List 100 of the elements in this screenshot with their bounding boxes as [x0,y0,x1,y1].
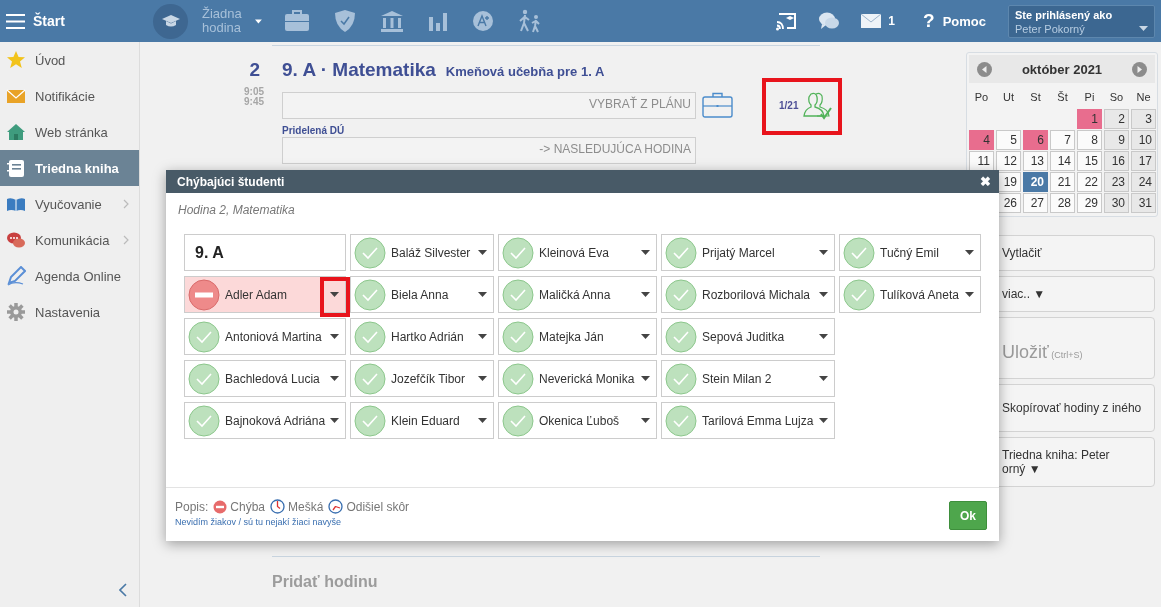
lesson-title: 9. A · Matematika [282,59,436,81]
weekday-label: St [1029,90,1042,105]
weekday-label: Št [1056,90,1069,105]
student-name: Bajnoková Adriána [225,413,327,428]
calendar-day[interactable]: 13 [1023,151,1048,171]
calendar-day[interactable]: 12 [996,151,1021,171]
present-check-icon[interactable] [354,404,386,437]
calendar-day[interactable]: 22 [1077,172,1102,192]
calendar-day[interactable]: 5 [996,130,1021,150]
students-check-icon[interactable] [802,90,833,120]
calendar-day[interactable]: 11 [969,151,994,171]
sidebar-item[interactable]: Notifikácie [0,78,139,114]
user-menu[interactable]: Ste prihlásený ako Peter Pokorný [1008,4,1155,38]
sidebar-item[interactable]: Úvod [0,42,139,78]
calendar-day[interactable]: 4 [969,130,994,150]
calendar-day[interactable]: 30 [1104,193,1129,213]
briefcase-icon[interactable] [702,91,733,119]
calendar-day[interactable]: 3 [1131,109,1156,129]
caret-icon [819,334,828,339]
message-count: 1 [888,14,896,28]
caret-icon [819,418,828,423]
student-name: Klein Eduard [391,413,461,428]
present-check-icon[interactable] [665,278,697,311]
calendar-day[interactable]: 29 [1077,193,1102,213]
present-check-icon[interactable] [188,320,220,353]
present-check-icon[interactable] [502,362,534,395]
lesson-number: 2 [249,59,261,81]
present-check-icon[interactable] [665,404,697,437]
present-check-icon[interactable] [502,278,534,311]
sidebar-item[interactable]: Triedna kniha [0,150,139,186]
previous-month-icon[interactable] [977,61,992,77]
next-month-icon[interactable] [1132,61,1147,77]
close-button[interactable]: ✖ [980,174,991,189]
calendar-day[interactable]: 20 [1023,172,1048,192]
present-check-icon[interactable] [665,236,697,269]
calendar-day[interactable]: 2 [1104,109,1129,129]
calendar-day[interactable]: 27 [1023,193,1048,213]
present-check-icon[interactable] [354,236,386,269]
homework-label: Pridelená DÚ [282,125,346,136]
present-check-icon[interactable] [502,236,534,269]
start-menu-button[interactable]: Štart [0,0,140,42]
calendar-day[interactable]: 6 [1023,130,1048,150]
calendar-day[interactable]: 7 [1050,130,1075,150]
caret-icon [255,17,262,25]
student-name: Neverická Monika [539,371,636,386]
calendar-day[interactable]: 14 [1050,151,1075,171]
present-check-icon[interactable] [354,320,386,353]
chat-icon [6,230,26,250]
present-check-icon[interactable] [188,404,220,437]
walking-people-icon[interactable] [518,9,542,33]
calendar-day[interactable]: 24 [1131,172,1156,192]
calendar-day[interactable]: 28 [1050,193,1075,213]
student-name: Tarilová Emma Lujza [702,413,815,428]
present-check-icon[interactable] [354,278,386,311]
calendar-day[interactable]: 8 [1077,130,1102,150]
sidebar-item[interactable]: Nastavenia [0,294,139,330]
highlight-frame [320,277,350,317]
cast-icon[interactable] [776,11,799,31]
bar-chart-icon[interactable] [428,11,448,31]
calendar-day[interactable]: 16 [1104,151,1129,171]
help-button[interactable]: ? Pomoc [923,10,986,32]
calendar-day[interactable]: 15 [1077,151,1102,171]
lesson-time: 9:05 [244,87,264,97]
calendar-day[interactable]: 31 [1131,193,1156,213]
present-check-icon[interactable] [502,404,534,437]
lesson-time: 9:45 [244,97,264,107]
calendar-day[interactable]: 17 [1131,151,1156,171]
lesson-subtitle: Hodina 2, Matematika [178,203,296,217]
present-check-icon[interactable] [843,278,875,311]
absent-icon[interactable] [188,278,220,311]
missing-students-link[interactable]: Nevidím žiakov / sú tu nejakí žiaci navyše [175,517,410,527]
sidebar-item[interactable]: Vyučovanie [0,186,139,222]
chat-bubbles-icon[interactable] [818,11,841,31]
calendar-day[interactable]: 1 [1077,109,1102,129]
present-check-icon[interactable] [354,362,386,395]
calendar-day[interactable]: 9 [1104,130,1129,150]
caret-icon [819,376,828,381]
calendar-day[interactable]: 10 [1131,130,1156,150]
caret-icon [819,250,828,255]
grade-badge-icon[interactable] [472,10,494,32]
briefcase-icon[interactable] [284,10,310,32]
sidebar-item[interactable]: Agenda Online [0,258,139,294]
clock-icon [328,499,344,514]
present-check-icon[interactable] [843,236,875,269]
shield-check-icon[interactable] [334,9,356,33]
present-check-icon[interactable] [502,320,534,353]
bank-icon[interactable] [380,10,404,32]
calendar-day[interactable]: 21 [1050,172,1075,192]
present-check-icon[interactable] [665,320,697,353]
student-name: Bachledová Lucia [225,371,321,386]
present-check-icon[interactable] [665,362,697,395]
weekday-label: Ne [1135,90,1152,105]
present-check-icon[interactable] [188,362,220,395]
sidebar-item[interactable]: Komunikácia [0,222,139,258]
collapse-chevron-icon[interactable] [119,583,127,597]
legend-label: Popis: [175,499,209,514]
calendar-day[interactable]: 23 [1104,172,1129,192]
sidebar-item[interactable]: Web stránka [0,114,139,150]
envelope-icon[interactable] [860,13,883,29]
student-name: Sepová Juditka [702,329,786,344]
